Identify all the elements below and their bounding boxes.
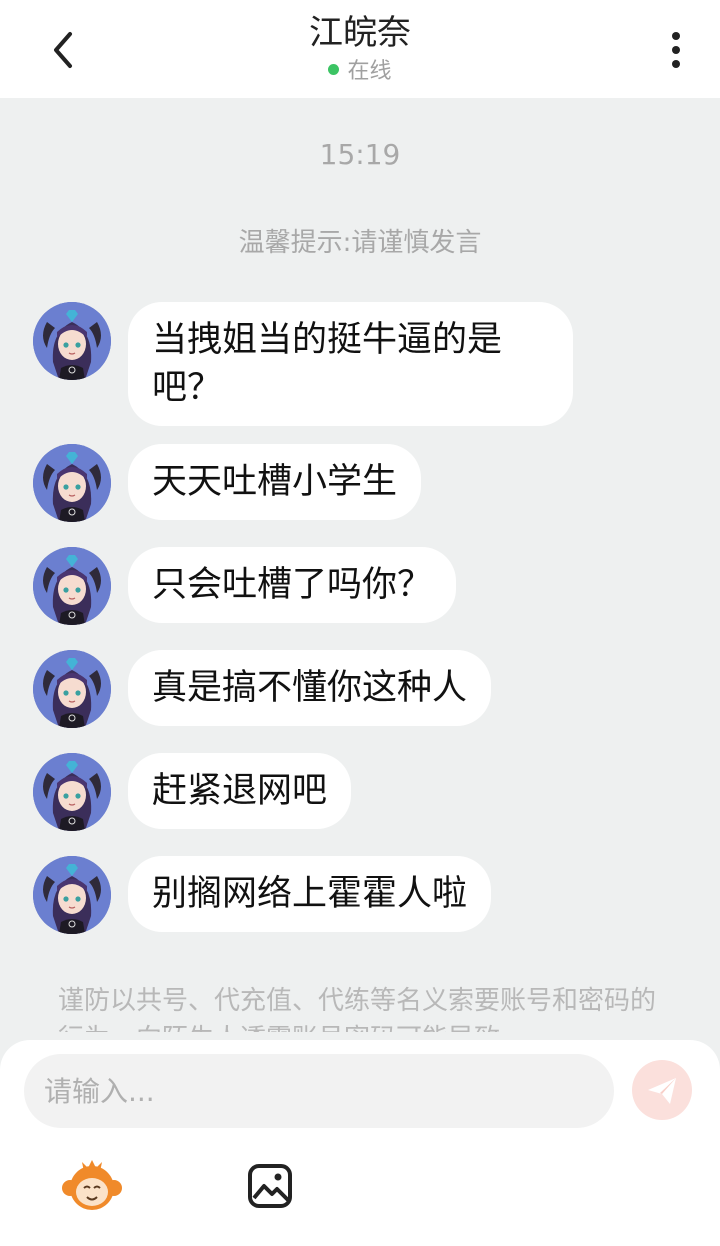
message-timestamp: 15:19	[319, 138, 401, 171]
message-bubble[interactable]: 天天吐槽小学生	[128, 444, 422, 520]
send-plane-icon	[648, 1078, 676, 1104]
avatar[interactable]	[33, 856, 111, 934]
online-dot-icon	[328, 63, 340, 75]
online-status-label: 在线	[347, 59, 392, 84]
more-options-button[interactable]	[656, 28, 696, 72]
emoji-button[interactable]	[60, 1158, 124, 1214]
avatar[interactable]	[33, 547, 111, 625]
image-button[interactable]	[244, 1160, 296, 1212]
message-bubble[interactable]: 只会吐槽了吗你？	[128, 547, 457, 623]
online-status: 在线	[0, 58, 720, 86]
send-button[interactable]	[632, 1060, 692, 1120]
avatar[interactable]	[33, 444, 111, 522]
image-icon	[248, 1164, 292, 1208]
contact-name: 江皖奈	[309, 13, 411, 53]
chat-tip: 温馨提示:请谨慎发言	[238, 228, 482, 258]
message-bubble[interactable]: 真是搞不懂你这种人	[128, 650, 492, 726]
avatar[interactable]	[33, 650, 111, 728]
message-input[interactable]	[24, 1054, 614, 1128]
security-warning: 谨防以共号、代充值、代练等名义索要账号和密码的行为，向陌生人透露账号密码可能导致	[58, 986, 657, 1032]
avatar[interactable]	[33, 302, 111, 380]
avatar[interactable]	[33, 753, 111, 831]
composer-bar	[0, 1040, 720, 1246]
message-bubble[interactable]: 别搁网络上霍霍人啦	[128, 856, 492, 932]
more-vertical-icon	[672, 32, 680, 68]
monkey-emoji-icon	[62, 1160, 122, 1210]
message-bubble[interactable]: 赶紧退网吧	[128, 753, 352, 829]
chat-header: 江皖奈 在线	[0, 0, 720, 98]
message-bubble[interactable]: 当拽姐当的挺牛逼的是吧？	[128, 302, 573, 426]
